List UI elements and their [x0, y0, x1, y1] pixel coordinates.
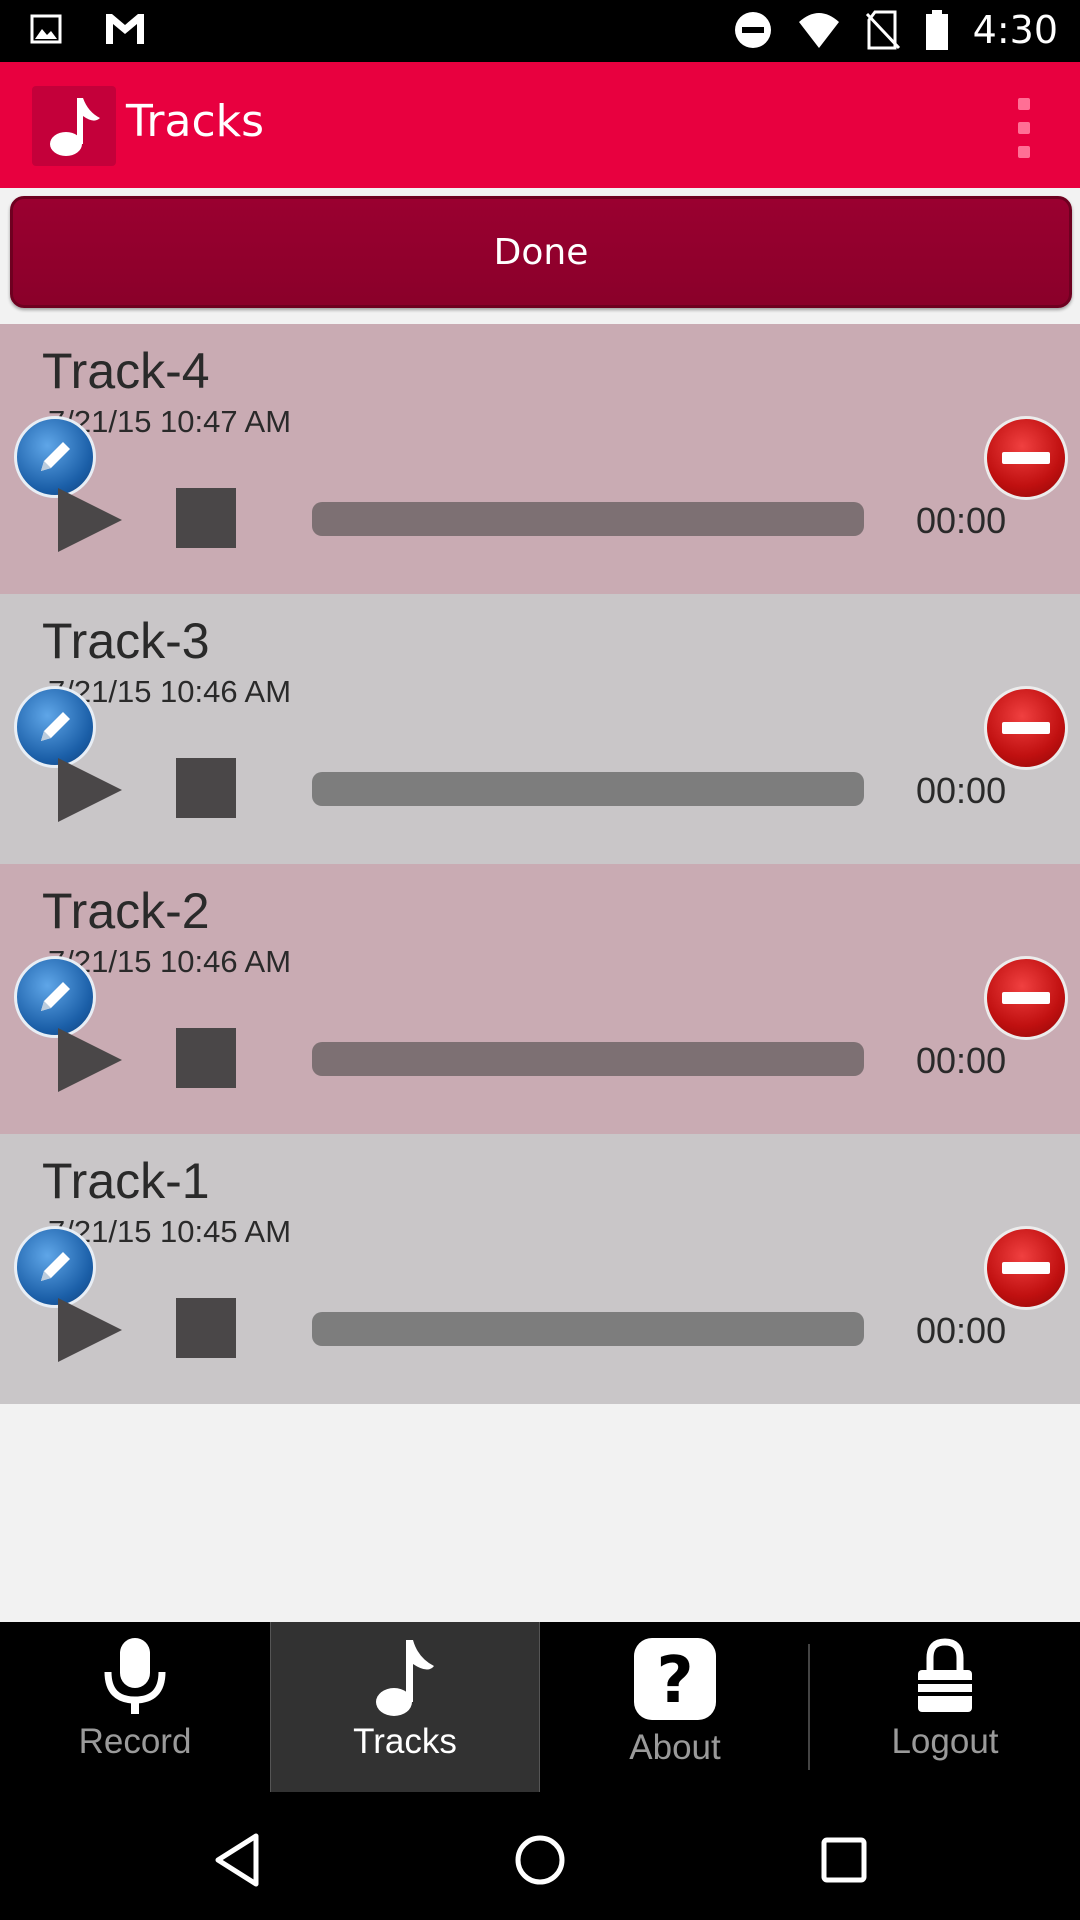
play-icon[interactable] — [58, 1028, 122, 1092]
app-bar: Tracks — [0, 62, 1080, 188]
play-icon[interactable] — [58, 488, 122, 552]
svg-text:?: ? — [656, 1644, 693, 1718]
tab-label: Logout — [891, 1722, 999, 1761]
track-progress-bar[interactable] — [312, 502, 864, 536]
play-icon[interactable] — [58, 758, 122, 822]
tab-label: Tracks — [353, 1722, 457, 1761]
edit-icon[interactable] — [14, 416, 96, 498]
tab-logout[interactable]: Logout — [810, 1622, 1080, 1792]
lock-icon — [918, 1638, 972, 1712]
music-note-icon — [376, 1640, 434, 1716]
track-time: 00:00 — [916, 770, 1007, 811]
back-icon[interactable] — [206, 1828, 270, 1892]
no-sim-icon — [865, 10, 900, 50]
track-row: Track-3 7/21/15 10:46 AM 00:00 — [0, 594, 1080, 864]
stop-icon[interactable] — [176, 758, 236, 818]
tab-label: About — [629, 1728, 721, 1767]
page-title: Tracks — [126, 96, 265, 147]
track-row: Track-4 7/21/15 10:47 AM 00:00 — [0, 324, 1080, 594]
battery-icon — [925, 10, 948, 50]
done-button[interactable]: Done — [10, 196, 1072, 308]
recents-icon[interactable] — [812, 1828, 876, 1892]
status-bar: 4:30 — [0, 0, 1080, 62]
track-row: Track-2 7/21/15 10:46 AM 00:00 — [0, 864, 1080, 1134]
microphone-icon — [104, 1638, 166, 1714]
overflow-menu-icon[interactable] — [1004, 98, 1044, 158]
bottom-tab-bar: Record Tracks ? About Logout — [0, 1622, 1080, 1800]
track-progress-bar[interactable] — [312, 772, 864, 806]
track-time: 00:00 — [916, 1310, 1007, 1351]
edit-icon[interactable] — [14, 686, 96, 768]
track-title: Track-2 — [42, 883, 210, 939]
tab-about[interactable]: ? About — [540, 1622, 810, 1792]
wifi-icon — [798, 13, 839, 48]
music-note-icon — [32, 86, 116, 166]
gmail-icon — [106, 14, 144, 44]
track-title: Track-1 — [42, 1153, 210, 1209]
stop-icon[interactable] — [176, 488, 236, 548]
edit-icon[interactable] — [14, 956, 96, 1038]
delete-icon[interactable] — [984, 956, 1068, 1040]
tab-label: Record — [78, 1722, 192, 1761]
track-title: Track-4 — [42, 343, 210, 399]
track-progress-bar[interactable] — [312, 1042, 864, 1076]
tab-tracks[interactable]: Tracks — [270, 1622, 540, 1792]
track-time: 00:00 — [916, 1040, 1007, 1081]
question-icon: ? — [634, 1638, 716, 1720]
home-icon[interactable] — [508, 1828, 572, 1892]
delete-icon[interactable] — [984, 1226, 1068, 1310]
stop-icon[interactable] — [176, 1028, 236, 1088]
tab-record[interactable]: Record — [0, 1622, 270, 1792]
track-time: 00:00 — [916, 500, 1007, 541]
stop-icon[interactable] — [176, 1298, 236, 1358]
track-row: Track-1 7/21/15 10:45 AM 00:00 — [0, 1134, 1080, 1404]
delete-icon[interactable] — [984, 686, 1068, 770]
edit-icon[interactable] — [14, 1226, 96, 1308]
clock: 4:30 — [972, 8, 1058, 52]
system-nav-bar — [0, 1800, 1080, 1920]
play-icon[interactable] — [58, 1298, 122, 1362]
image-icon — [30, 14, 62, 44]
delete-icon[interactable] — [984, 416, 1068, 500]
track-progress-bar[interactable] — [312, 1312, 864, 1346]
do-not-disturb-icon — [734, 12, 771, 48]
track-title: Track-3 — [42, 613, 210, 669]
track-list: Track-4 7/21/15 10:47 AM 00:00 Track-3 7… — [0, 324, 1080, 1404]
